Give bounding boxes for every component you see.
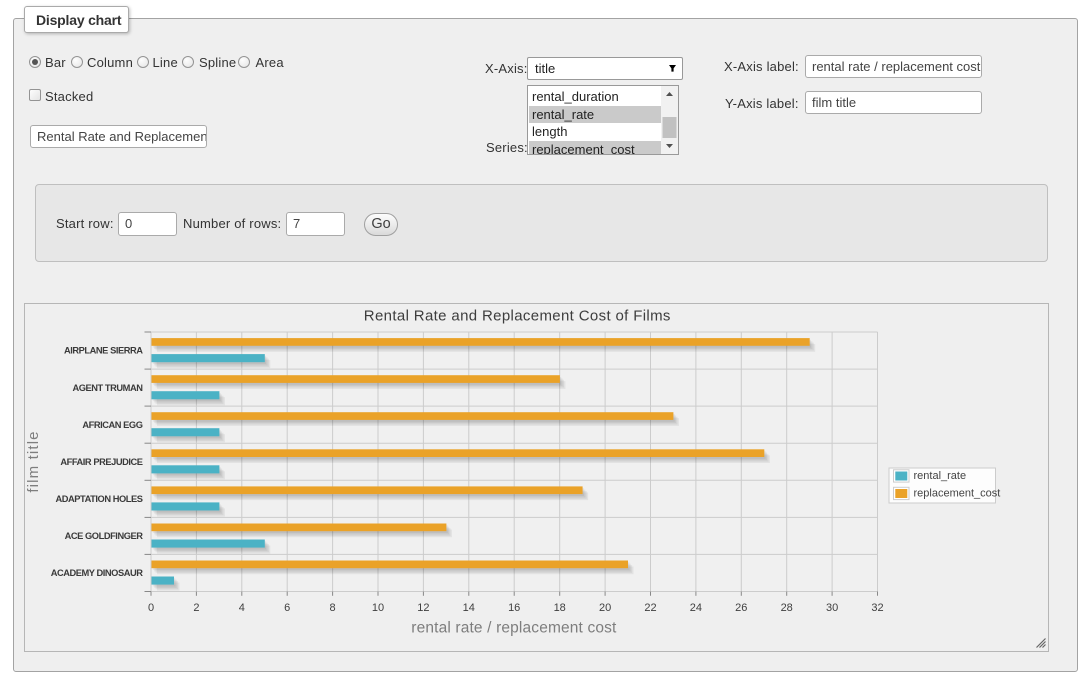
svg-text:16: 16: [508, 602, 520, 614]
svg-text:10: 10: [372, 602, 384, 614]
svg-text:AFFAIR PREJUDICE: AFFAIR PREJUDICE: [60, 457, 142, 467]
svg-text:20: 20: [599, 602, 611, 614]
svg-text:film title: film title: [25, 430, 42, 492]
svg-text:22: 22: [644, 602, 656, 614]
svg-text:26: 26: [735, 602, 747, 614]
svg-text:rental rate / replacement cost: rental rate / replacement cost: [411, 620, 617, 637]
svg-text:4: 4: [239, 602, 245, 614]
svg-text:ACE GOLDFINGER: ACE GOLDFINGER: [65, 531, 144, 541]
svg-text:ADAPTATION HOLES: ADAPTATION HOLES: [56, 494, 143, 504]
svg-text:14: 14: [463, 602, 475, 614]
svg-text:28: 28: [781, 602, 793, 614]
svg-text:32: 32: [871, 602, 883, 614]
svg-text:0: 0: [148, 602, 154, 614]
svg-text:replacement_cost: replacement_cost: [914, 488, 1001, 500]
svg-text:18: 18: [554, 602, 566, 614]
svg-text:Rental Rate and Replacement Co: Rental Rate and Replacement Cost of Film…: [364, 308, 671, 325]
svg-text:AIRPLANE SIERRA: AIRPLANE SIERRA: [64, 346, 143, 356]
svg-text:AGENT TRUMAN: AGENT TRUMAN: [72, 383, 143, 393]
svg-text:ACADEMY DINOSAUR: ACADEMY DINOSAUR: [51, 568, 144, 578]
svg-text:24: 24: [690, 602, 702, 614]
svg-text:30: 30: [826, 602, 838, 614]
svg-text:8: 8: [330, 602, 336, 614]
svg-text:12: 12: [417, 602, 429, 614]
svg-text:6: 6: [284, 602, 290, 614]
svg-text:2: 2: [193, 602, 199, 614]
svg-text:AFRICAN EGG: AFRICAN EGG: [82, 420, 142, 430]
svg-text:rental_rate: rental_rate: [914, 470, 967, 482]
